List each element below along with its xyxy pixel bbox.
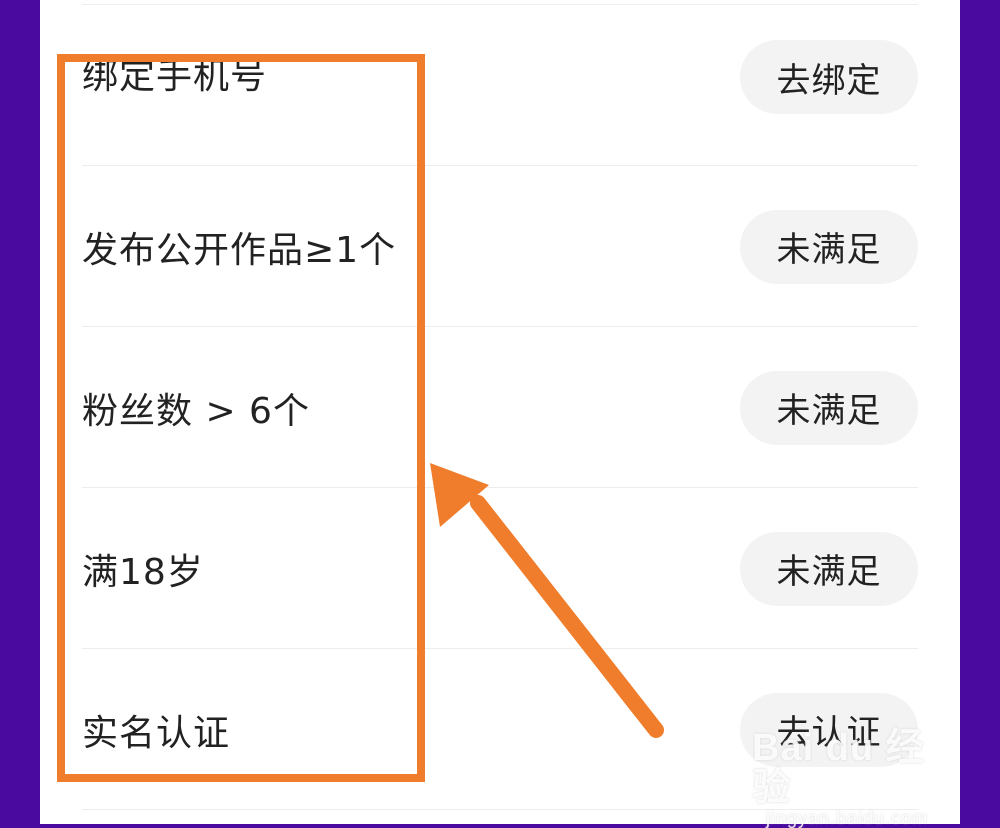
- requirement-label: 绑定手机号: [82, 55, 268, 97]
- requirement-label: 实名认证: [82, 712, 231, 754]
- requirement-row-public-works: 发布公开作品≥1个 未满足: [82, 166, 918, 327]
- requirements-panel: 绑定手机号 去绑定 发布公开作品≥1个 未满足 粉丝数 > 6个 未满足 满18…: [40, 0, 960, 824]
- real-name-auth-button[interactable]: 去认证: [740, 692, 918, 767]
- requirement-row-bind-phone: 绑定手机号 去绑定: [82, 5, 918, 166]
- requirement-label: 满18岁: [82, 551, 204, 593]
- public-works-status-button[interactable]: 未满足: [740, 209, 918, 284]
- bind-phone-button[interactable]: 去绑定: [740, 40, 918, 115]
- followers-status-button[interactable]: 未满足: [740, 370, 918, 445]
- requirement-row-real-name: 实名认证 去认证: [82, 649, 918, 810]
- requirement-row-followers: 粉丝数 > 6个 未满足: [82, 327, 918, 488]
- requirement-label: 粉丝数 > 6个: [82, 390, 310, 432]
- age-status-button[interactable]: 未满足: [740, 531, 918, 606]
- requirement-label: 发布公开作品≥1个: [82, 229, 397, 271]
- requirement-row-age: 满18岁 未满足: [82, 488, 918, 649]
